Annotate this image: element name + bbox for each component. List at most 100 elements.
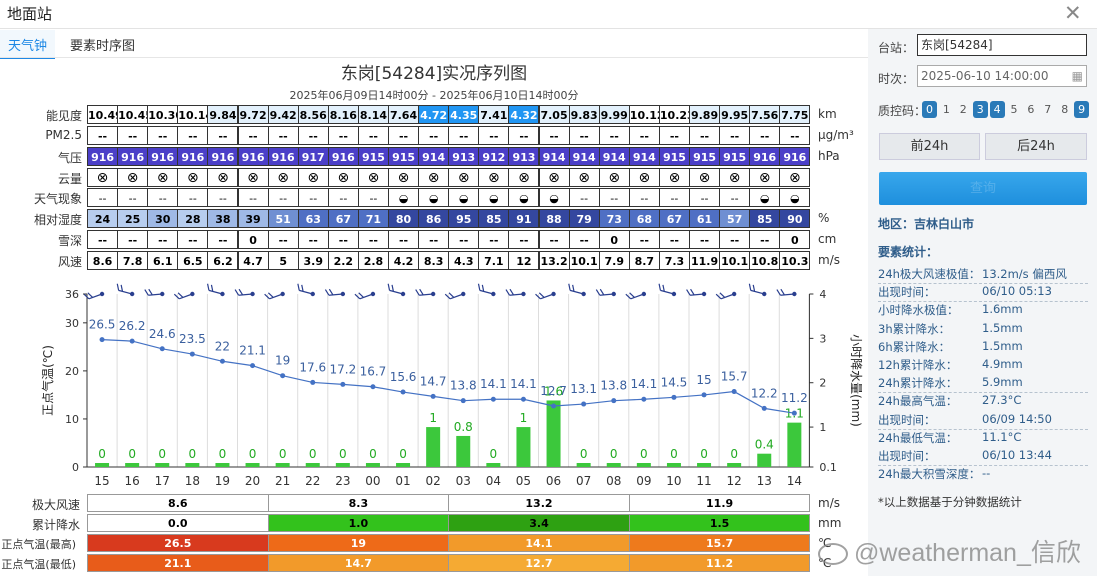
stat-value: 11.1°C	[982, 429, 1022, 444]
summary-cell: 8.6	[87, 494, 269, 512]
qc-code-toggle[interactable]: 4	[989, 101, 1005, 118]
table-cell: --	[117, 230, 149, 249]
table-cell: --	[628, 188, 660, 207]
qc-code-toggle[interactable]: 1	[939, 101, 954, 118]
stat-value: 06/10 05:13	[982, 284, 1052, 299]
qc-code-toggle[interactable]: 3	[972, 101, 988, 118]
wind-barb-icon	[792, 291, 797, 297]
qc-code-toggle[interactable]: 2	[956, 101, 971, 118]
qc-code-toggle[interactable]: 6	[1023, 101, 1038, 118]
temperature-label: 17.2	[329, 362, 356, 376]
row-label: 能见度	[45, 109, 82, 123]
time-input[interactable]: 2025-06-10 14:00:00 ▦	[917, 65, 1087, 87]
temperature-point	[460, 398, 466, 404]
row-unit: m/s	[818, 253, 840, 267]
tab-bar: 天气钟 要素时序图	[0, 30, 868, 59]
x-tick-label: 08	[606, 474, 621, 488]
wind-barb-icon	[521, 291, 526, 297]
table-cell: 28	[177, 209, 209, 228]
wind-barb-icon	[444, 292, 464, 300]
table-cell: 8.3	[418, 251, 450, 270]
row-unit: %	[818, 211, 830, 225]
qc-code-toggle[interactable]: 5	[1007, 101, 1022, 118]
table-cell: --	[267, 230, 299, 249]
table-cell: 11.9	[689, 251, 721, 270]
table-cell: 39	[237, 209, 269, 228]
table-cell: ⊗	[297, 168, 329, 187]
temperature-point	[791, 410, 797, 416]
table-cell: 914	[598, 147, 630, 166]
qc-code-toggle[interactable]: 7	[1040, 101, 1055, 118]
table-cell: --	[779, 126, 811, 145]
summary-row-label: 累计降水	[31, 518, 80, 532]
summary-cell: 11.9	[628, 494, 811, 512]
table-cell: --	[207, 126, 239, 145]
stat-item: 12h累计降水： 4.9mm	[878, 357, 1088, 373]
table-cell: ⊗	[117, 168, 149, 187]
temperature-point	[189, 351, 195, 357]
time-value: 2025-06-10 14:00:00	[921, 69, 1049, 83]
temperature-point	[671, 394, 677, 400]
qc-code-toggle[interactable]: 9	[1074, 101, 1090, 118]
close-icon[interactable]: ✕	[1064, 1, 1082, 25]
stat-item: 24h累计降水： 5.9mm	[878, 375, 1088, 391]
temperature-point	[641, 396, 647, 402]
table-cell: 915	[388, 147, 420, 166]
precip-label: 0.8	[454, 420, 473, 434]
precip-bar	[606, 463, 621, 467]
row-label: 风速	[57, 255, 82, 269]
wind-barb-icon	[581, 291, 586, 297]
wind-barb-icon	[264, 292, 283, 300]
stat-key: 出现时间：	[878, 285, 936, 300]
table-cell: --	[297, 230, 329, 249]
table-cell: --	[508, 230, 540, 249]
wind-barb-icon	[686, 288, 705, 296]
table-cell: --	[117, 126, 149, 145]
temperature-label: 14.7	[420, 374, 447, 388]
x-tick-label: 05	[516, 474, 531, 488]
table-cell: ⊗	[478, 168, 510, 187]
table-cell: 67	[327, 209, 359, 228]
table-cell: --	[749, 230, 781, 249]
wind-barb-icon	[280, 291, 285, 297]
chart-title: 东岗[54284]实况序列图	[340, 64, 528, 84]
stat-item: 出现时间： 06/09 14:50	[878, 412, 1088, 428]
precip-label: 0	[128, 447, 136, 461]
temperature-label: 11.2	[781, 391, 808, 405]
precip-label: 0	[670, 447, 678, 461]
table-cell: ⊗	[689, 168, 721, 187]
table-cell: 916	[147, 147, 179, 166]
station-input[interactable]: 东岗[54284]	[917, 34, 1087, 56]
row-label: 气压	[57, 151, 82, 165]
prev-24h-button[interactable]: 前24h	[879, 133, 980, 160]
temperature-label: 14.1	[630, 377, 657, 391]
x-tick-label: 11	[696, 474, 711, 488]
tab-weather-clock[interactable]: 天气钟	[0, 30, 56, 59]
next-24h-button[interactable]: 后24h	[985, 133, 1087, 160]
table-cell: --	[388, 230, 420, 249]
table-cell: ⊗	[87, 168, 119, 187]
qc-code-toggle[interactable]: 8	[1057, 101, 1072, 118]
temperature-point	[129, 338, 135, 344]
row-label: PM2.5	[45, 128, 82, 142]
calendar-icon[interactable]: ▦	[1072, 66, 1083, 86]
qc-code-toggle[interactable]: 0	[922, 101, 937, 118]
precip-bar	[125, 463, 140, 467]
y2-axis-label: 小时降水量(mm)	[849, 334, 863, 427]
table-cell: --	[598, 126, 630, 145]
table-cell: --	[147, 230, 179, 249]
query-button[interactable]: 查询	[879, 172, 1087, 205]
precip-bar	[727, 463, 742, 467]
table-cell: --	[628, 126, 660, 145]
precip-label: 0	[640, 447, 648, 461]
table-cell: 6.5	[177, 251, 209, 270]
precip-label: 0	[279, 447, 287, 461]
tab-element-series[interactable]: 要素时序图	[70, 35, 135, 54]
wind-barb-icon	[324, 288, 343, 296]
table-cell: 24	[87, 209, 119, 228]
precip-label: 0	[249, 447, 257, 461]
y-tick-label: 36	[65, 288, 79, 301]
table-cell: 9.84	[207, 105, 239, 124]
table-cell: --	[478, 126, 510, 145]
wind-barb-icon	[731, 291, 737, 297]
